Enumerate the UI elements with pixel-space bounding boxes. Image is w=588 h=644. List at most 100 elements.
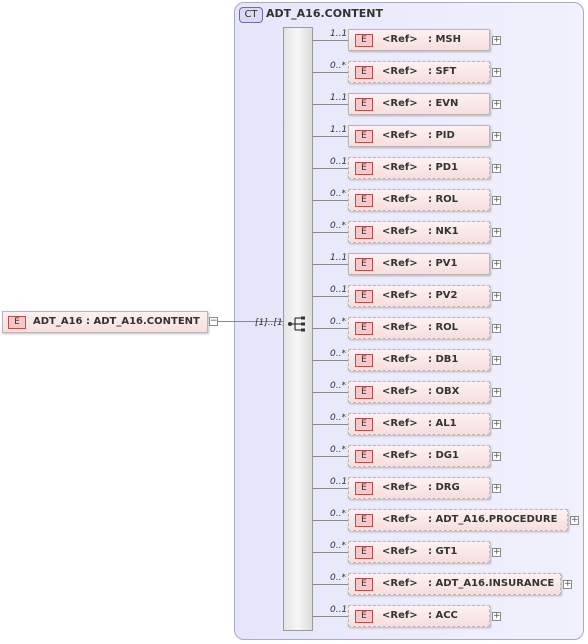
element-ref-label: <Ref>	[382, 418, 418, 429]
expand-icon[interactable]: +	[492, 356, 501, 365]
element-multiplicity: 0..*	[330, 509, 346, 519]
element-connector	[313, 360, 348, 361]
element-name: : OBX	[428, 386, 460, 397]
element-box[interactable]: E <Ref>: ADT_A16.INSURANCE	[348, 573, 561, 595]
element-name: : PV1	[428, 258, 458, 269]
sequence-multiplicity: [1]..[1]	[255, 318, 287, 328]
element-badge: E	[8, 316, 26, 329]
element-multiplicity: 0..*	[330, 317, 346, 327]
element-box[interactable]: E <Ref> : GT1	[348, 541, 490, 563]
element-multiplicity: 0..1	[330, 477, 348, 487]
collapse-icon[interactable]: −	[209, 317, 218, 326]
element-badge: E	[355, 194, 373, 207]
element-ref-label: <Ref>	[382, 130, 418, 141]
expand-icon[interactable]: +	[492, 324, 501, 333]
element-name: : PD1	[428, 162, 459, 173]
element-multiplicity: 1..1	[330, 125, 348, 135]
element-box[interactable]: E <Ref>: PV2	[348, 285, 490, 307]
element-box[interactable]: E <Ref> : PV1	[348, 253, 490, 275]
expand-icon[interactable]: +	[492, 68, 501, 77]
expand-icon[interactable]: +	[492, 612, 501, 621]
expand-icon[interactable]: +	[492, 196, 501, 205]
element-badge: E	[355, 66, 373, 79]
expand-icon[interactable]: +	[492, 420, 501, 429]
element-ref-label: <Ref>	[382, 98, 418, 109]
element-name: : ROL	[428, 194, 459, 205]
element-ref-label: <Ref>	[382, 546, 418, 557]
element-badge: E	[355, 226, 373, 239]
complex-type-title: ADT_A16.CONTENT	[266, 7, 384, 20]
element-multiplicity: 0..*	[330, 349, 346, 359]
element-badge: E	[355, 354, 373, 367]
element-box[interactable]: E <Ref>: NK1	[348, 221, 490, 243]
element-box[interactable]: E <Ref> : MSH	[348, 29, 490, 51]
element-ref-label: <Ref>	[382, 162, 418, 173]
element-connector	[313, 200, 348, 201]
element-box[interactable]: E <Ref>: DG1	[348, 445, 490, 467]
element-box[interactable]: E <Ref>: AL1	[348, 413, 490, 435]
complex-type-badge: CT	[239, 7, 263, 23]
element-name: : GT1	[428, 546, 458, 557]
element-box[interactable]: E <Ref>: ROL	[348, 317, 490, 339]
element-box[interactable]: E <Ref> : ROL	[348, 189, 490, 211]
element-connector	[313, 520, 348, 521]
element-ref-label: <Ref>	[382, 258, 418, 269]
element-connector	[313, 72, 348, 73]
element-name: : MSH	[428, 34, 462, 45]
expand-icon[interactable]: +	[563, 580, 572, 589]
expand-icon[interactable]: +	[492, 260, 501, 269]
element-multiplicity: 0..*	[330, 541, 346, 551]
element-ref-label: <Ref>	[382, 194, 418, 205]
element-badge: E	[355, 386, 373, 399]
expand-icon[interactable]: +	[492, 388, 501, 397]
element-badge: E	[355, 34, 373, 47]
expand-icon[interactable]: +	[492, 36, 501, 45]
element-connector	[313, 552, 348, 553]
element-multiplicity: 0..*	[330, 221, 346, 231]
expand-icon[interactable]: +	[492, 452, 501, 461]
element-name: : SFT	[428, 66, 457, 77]
element-multiplicity: 1..1	[330, 93, 348, 103]
sequence-icon[interactable]	[288, 316, 308, 332]
element-box[interactable]: E <Ref> : PD1	[348, 157, 490, 179]
element-connector	[313, 136, 348, 137]
element-ref-label: <Ref>	[382, 482, 418, 493]
element-multiplicity: 0..1	[330, 285, 348, 295]
element-name: : DB1	[428, 354, 459, 365]
expand-icon[interactable]: +	[492, 548, 501, 557]
element-connector	[313, 168, 348, 169]
element-ref-label: <Ref>	[382, 386, 418, 397]
element-ref-label: <Ref>	[382, 34, 418, 45]
element-badge: E	[355, 546, 373, 559]
expand-icon[interactable]: +	[492, 484, 501, 493]
element-box[interactable]: E <Ref>: ADT_A16.PROCEDURE	[348, 509, 568, 531]
element-connector	[313, 328, 348, 329]
expand-icon[interactable]: +	[492, 164, 501, 173]
expand-icon[interactable]: +	[492, 292, 501, 301]
element-badge: E	[355, 482, 373, 495]
root-element[interactable]: E ADT_A16 : ADT_A16.CONTENT	[2, 311, 208, 333]
element-connector	[313, 232, 348, 233]
element-box[interactable]: E <Ref>: DB1	[348, 349, 490, 371]
expand-icon[interactable]: +	[492, 100, 501, 109]
element-name: : ADT_A16.PROCEDURE	[428, 514, 558, 525]
element-badge: E	[355, 98, 373, 111]
element-connector	[313, 584, 348, 585]
element-multiplicity: 1..1	[330, 253, 348, 263]
element-name: : PID	[428, 130, 455, 141]
element-box[interactable]: E <Ref>: PID	[348, 125, 490, 147]
expand-icon[interactable]: +	[492, 228, 501, 237]
expand-icon[interactable]: +	[570, 516, 579, 525]
element-badge: E	[355, 258, 373, 271]
element-box[interactable]: E <Ref>: DRG	[348, 477, 490, 499]
element-box[interactable]: E <Ref>: SFT	[348, 61, 490, 83]
element-box[interactable]: E <Ref> : OBX	[348, 381, 490, 403]
element-name: : NK1	[428, 226, 459, 237]
element-box[interactable]: E <Ref>: ACC	[348, 605, 490, 627]
element-badge: E	[355, 162, 373, 175]
element-ref-label: <Ref>	[382, 578, 418, 589]
element-connector	[313, 264, 348, 265]
element-multiplicity: 1..1	[330, 29, 348, 39]
expand-icon[interactable]: +	[492, 132, 501, 141]
element-box[interactable]: E <Ref>: EVN	[348, 93, 490, 115]
